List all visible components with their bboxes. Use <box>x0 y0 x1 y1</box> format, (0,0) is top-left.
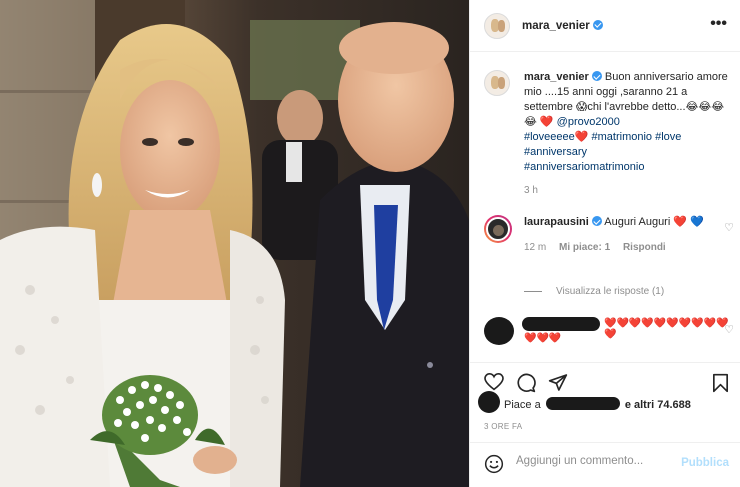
hashtag-anniversary[interactable]: #anniversary <box>524 146 587 158</box>
action-bar <box>470 362 740 402</box>
author-username[interactable]: mara_venier <box>522 19 603 32</box>
comment-hearts: ❤️❤️❤️❤️❤️❤️❤️❤️❤️❤️❤️ <box>604 318 729 340</box>
redacted-avatar <box>484 317 514 345</box>
commenter-avatar[interactable] <box>484 215 512 243</box>
comment-hearts-line2: ❤️❤️❤️ <box>524 333 562 344</box>
post-date[interactable]: 3 ORE FA <box>484 422 522 431</box>
view-replies-button[interactable]: Visualizza le risposte (1) <box>524 286 664 297</box>
caption-text: mara_venier Buon anniversario amore mio … <box>524 70 734 175</box>
post-caption: mara_venier Buon anniversario amore mio … <box>484 70 734 196</box>
hashtag-love[interactable]: #love <box>655 131 681 143</box>
replies-divider <box>524 291 542 292</box>
redacted-username <box>522 317 600 331</box>
instagram-post: mara_venier ••• mara_venier Buon anniver… <box>0 0 740 487</box>
hashtag-loveeeee[interactable]: #loveeeee❤️ <box>524 131 588 143</box>
caption-username[interactable]: mara_venier <box>524 71 589 83</box>
verified-badge-icon <box>591 71 602 81</box>
more-options-icon[interactable]: ••• <box>710 15 727 33</box>
comment-like-heart-icon[interactable]: ♡ <box>724 221 734 234</box>
post-side-panel: mara_venier ••• mara_venier Buon anniver… <box>469 0 740 487</box>
author-username-text[interactable]: mara_venier <box>522 20 590 32</box>
view-replies-label[interactable]: Visualizza le risposte (1) <box>556 286 664 297</box>
hashtag-anniversariomatrimonio[interactable]: #anniversariomatrimonio <box>524 161 644 173</box>
publish-button[interactable]: Pubblica <box>681 457 729 469</box>
comment-meta: 12 m Mi piace: 1 Rispondi <box>524 242 734 253</box>
redacted-liker-name <box>545 397 620 410</box>
comment-likes[interactable]: Mi piace: 1 <box>559 242 610 253</box>
comment-like-heart-icon[interactable]: ♡ <box>724 323 734 336</box>
comment-item: laurapausini Auguri Auguri ❤️ 💙 ♡ 12 m M… <box>484 215 734 253</box>
post-header: mara_venier ••• <box>470 0 740 52</box>
redacted-liker-avatar <box>478 391 500 413</box>
caption-mention[interactable]: @provo2000 <box>557 116 620 128</box>
hashtag-matrimonio[interactable]: #matrimonio <box>592 131 653 143</box>
verified-badge-icon <box>592 19 603 30</box>
author-avatar[interactable] <box>484 12 510 39</box>
caption-author-avatar[interactable] <box>484 70 510 96</box>
likes-prefix: Piace a <box>504 399 541 411</box>
wedding-photo <box>0 0 469 487</box>
commenter-username[interactable]: laurapausini <box>524 216 589 228</box>
likes-count[interactable]: e altri 74.688 <box>625 399 691 411</box>
add-comment-bar: Pubblica <box>470 442 740 487</box>
comment-input[interactable] <box>516 455 676 467</box>
share-icon[interactable] <box>548 373 568 392</box>
verified-badge-icon <box>591 216 602 226</box>
post-photo[interactable] <box>0 0 469 487</box>
comment-text: laurapausini Auguri Auguri ❤️ 💙 <box>524 215 734 230</box>
comment-body: Auguri Auguri ❤️ 💙 <box>604 216 704 228</box>
caption-timestamp[interactable]: 3 h <box>524 185 734 196</box>
likes-summary: Piace a e altri 74.688 <box>478 391 691 413</box>
bookmark-icon[interactable] <box>712 373 729 393</box>
comment-icon[interactable] <box>516 373 536 393</box>
reply-button[interactable]: Rispondi <box>623 242 666 253</box>
emoji-icon[interactable] <box>484 454 504 474</box>
heart-icon[interactable] <box>484 373 504 391</box>
comment-time[interactable]: 12 m <box>524 242 546 253</box>
